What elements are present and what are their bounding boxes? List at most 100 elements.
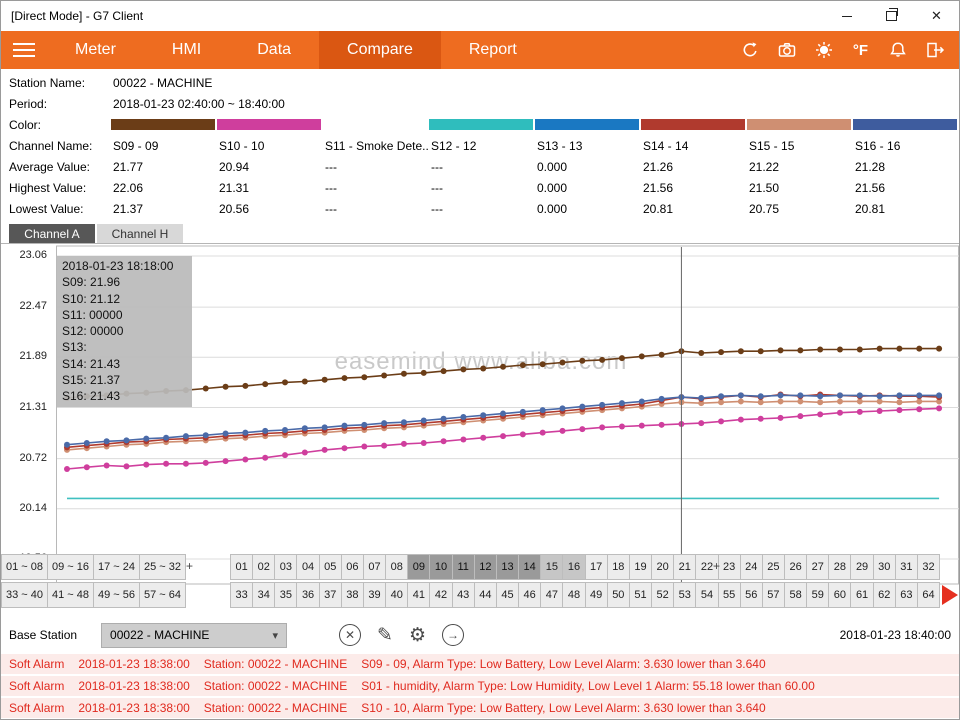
zoom-plus-icon[interactable]: + [186,559,193,573]
channel-cell-47[interactable]: 47 [540,582,563,608]
channel-cell-56[interactable]: 56 [740,582,763,608]
clear-button[interactable]: ✕ [339,624,361,646]
channel-cell-02[interactable]: 02 [252,554,275,580]
channel-cell-24[interactable]: 24 [740,554,763,580]
channel-cell-64[interactable]: 64 [917,582,940,608]
channel-cell-06[interactable]: 06 [341,554,364,580]
channel-cell-38[interactable]: 38 [341,582,364,608]
channel-range-button[interactable]: 33 ~ 40 [1,582,48,608]
channel-cell-60[interactable]: 60 [828,582,851,608]
channel-cell-14[interactable]: 14 [518,554,541,580]
alarm-row[interactable]: Soft Alarm2018-01-23 18:38:00Station: 00… [1,676,959,696]
channel-cell-05[interactable]: 05 [319,554,342,580]
channel-cell-28[interactable]: 28 [828,554,851,580]
sync-icon[interactable] [731,34,768,66]
nav-tab-compare[interactable]: Compare [319,31,441,69]
tab-channel-a[interactable]: Channel A [9,224,95,243]
channel-cell-07[interactable]: 07 [363,554,386,580]
channel-cell-44[interactable]: 44 [474,582,497,608]
channel-cell-37[interactable]: 37 [319,582,342,608]
channel-range-button[interactable]: 41 ~ 48 [47,582,94,608]
zoom-plus-icon[interactable]: + [713,559,720,573]
channel-cell-49[interactable]: 49 [585,582,608,608]
channel-cell-01[interactable]: 01 [230,554,253,580]
alarm-bell-icon[interactable] [879,34,916,66]
channel-cell-36[interactable]: 36 [296,582,319,608]
channel-cell-16[interactable]: 16 [562,554,585,580]
channel-cell-39[interactable]: 39 [363,582,386,608]
channel-cell-08[interactable]: 08 [385,554,408,580]
channel-cell-20[interactable]: 20 [651,554,674,580]
channel-cell-48[interactable]: 48 [562,582,585,608]
channel-cell-62[interactable]: 62 [873,582,896,608]
channel-cell-12[interactable]: 12 [474,554,497,580]
nav-tab-data[interactable]: Data [229,31,319,69]
go-arrow-button[interactable]: → [442,624,464,646]
channel-cell-59[interactable]: 59 [806,582,829,608]
maximize-button[interactable] [869,1,914,31]
channel-cell-51[interactable]: 51 [629,582,652,608]
scroll-right-arrow-icon[interactable] [942,585,958,605]
base-station-dropdown[interactable]: 00022 - MACHINE ▾ [101,623,287,648]
camera-icon[interactable] [768,34,805,66]
channel-cell-18[interactable]: 18 [607,554,630,580]
channel-range-button[interactable]: 49 ~ 56 [93,582,140,608]
channel-cell-63[interactable]: 63 [895,582,918,608]
nav-tab-hmi[interactable]: HMI [144,31,229,69]
channel-cell-23[interactable]: 23 [718,554,741,580]
fahrenheit-toggle[interactable]: °F [842,34,879,66]
settings-gear-icon[interactable]: ⚙ [409,626,426,645]
close-button[interactable]: ✕ [914,1,959,31]
channel-cell-58[interactable]: 58 [784,582,807,608]
channel-range-button[interactable]: 09 ~ 16 [47,554,94,580]
channel-cell-32[interactable]: 32 [917,554,940,580]
channel-range-button[interactable]: 25 ~ 32 [139,554,186,580]
channel-cell-11[interactable]: 11 [452,554,475,580]
channel-cell-26[interactable]: 26 [784,554,807,580]
channel-cell-52[interactable]: 52 [651,582,674,608]
channel-cell-41[interactable]: 41 [407,582,430,608]
channel-range-button[interactable]: 57 ~ 64 [139,582,186,608]
channel-cell-61[interactable]: 61 [850,582,873,608]
channel-range-button[interactable]: 01 ~ 08 [1,554,48,580]
channel-cell-57[interactable]: 57 [762,582,785,608]
channel-cell-50[interactable]: 50 [607,582,630,608]
channel-cell-21[interactable]: 21 [673,554,696,580]
tab-channel-h[interactable]: Channel H [97,224,183,243]
channel-cell-46[interactable]: 46 [518,582,541,608]
channel-cell-04[interactable]: 04 [296,554,319,580]
channel-cell-34[interactable]: 34 [252,582,275,608]
channel-cell-40[interactable]: 40 [385,582,408,608]
alarm-row[interactable]: Soft Alarm2018-01-23 18:38:00Station: 00… [1,654,959,674]
channel-cell-17[interactable]: 17 [585,554,608,580]
channel-cell-42[interactable]: 42 [429,582,452,608]
channel-cell-31[interactable]: 31 [895,554,918,580]
channel-cell-43[interactable]: 43 [452,582,475,608]
chart-area[interactable]: 23.0622.4721.8921.3120.7220.1419.56 ease… [1,243,959,618]
channel-cell-25[interactable]: 25 [762,554,785,580]
channel-cell-55[interactable]: 55 [718,582,741,608]
channel-cell-15[interactable]: 15 [540,554,563,580]
brightness-icon[interactable] [805,34,842,66]
channel-cell-53[interactable]: 53 [673,582,696,608]
channel-cell-33[interactable]: 33 [230,582,253,608]
nav-tab-report[interactable]: Report [441,31,545,69]
exit-icon[interactable] [916,34,953,66]
hamburger-menu-icon[interactable] [1,31,47,69]
channel-cell-10[interactable]: 10 [429,554,452,580]
channel-cell-09[interactable]: 09 [407,554,430,580]
edit-pencil-icon[interactable]: ✎ [377,626,393,645]
channel-cell-03[interactable]: 03 [274,554,297,580]
channel-cell-27[interactable]: 27 [806,554,829,580]
channel-cell-30[interactable]: 30 [873,554,896,580]
channel-cell-13[interactable]: 13 [496,554,519,580]
channel-range-button[interactable]: 17 ~ 24 [93,554,140,580]
channel-cell-54[interactable]: 54 [695,582,718,608]
minimize-button[interactable] [824,1,869,31]
nav-tab-meter[interactable]: Meter [47,31,144,69]
channel-cell-29[interactable]: 29 [850,554,873,580]
channel-cell-35[interactable]: 35 [274,582,297,608]
channel-cell-45[interactable]: 45 [496,582,519,608]
channel-cell-19[interactable]: 19 [629,554,652,580]
alarm-row[interactable]: Soft Alarm2018-01-23 18:38:00Station: 00… [1,698,959,718]
